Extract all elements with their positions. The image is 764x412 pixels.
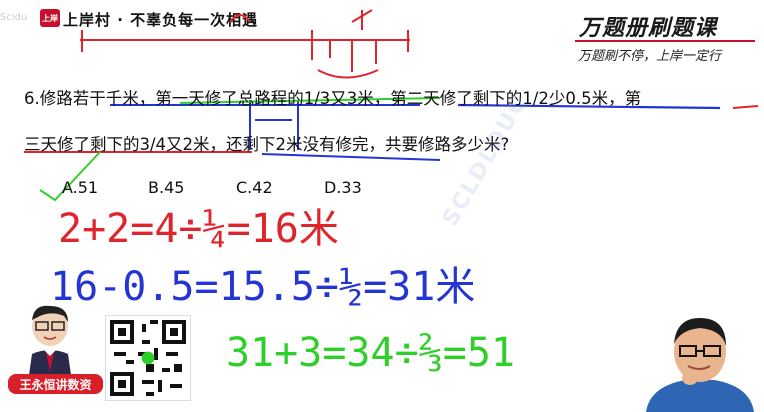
option-c: C.42 [236, 178, 273, 197]
qr-code-icon[interactable] [105, 315, 191, 401]
option-a: A.51 [62, 178, 99, 197]
handwritten-step-1: 2+2=4÷¼=16米 [58, 206, 339, 252]
presenter-video-icon [636, 306, 764, 412]
question-line-1: 6.修路若干千米，第一天修了总路程的1/3又3米，第二天修了剩下的1/2少0.5… [24, 89, 642, 108]
question-line-2: 三天修了剩下的3/4又2米，还剩下2米没有修完，共要修路多少米? [24, 135, 510, 154]
presenter-name-tag: 王永恒讲数资 [8, 374, 103, 394]
handwritten-step-2: 16-0.5=15.5÷½=31米 [50, 264, 476, 310]
option-d: D.33 [324, 178, 362, 197]
option-b: B.45 [148, 178, 185, 197]
presenter-cartoon-icon [28, 305, 72, 382]
handwritten-step-3: 31+3=34÷⅔=51 [226, 330, 515, 376]
